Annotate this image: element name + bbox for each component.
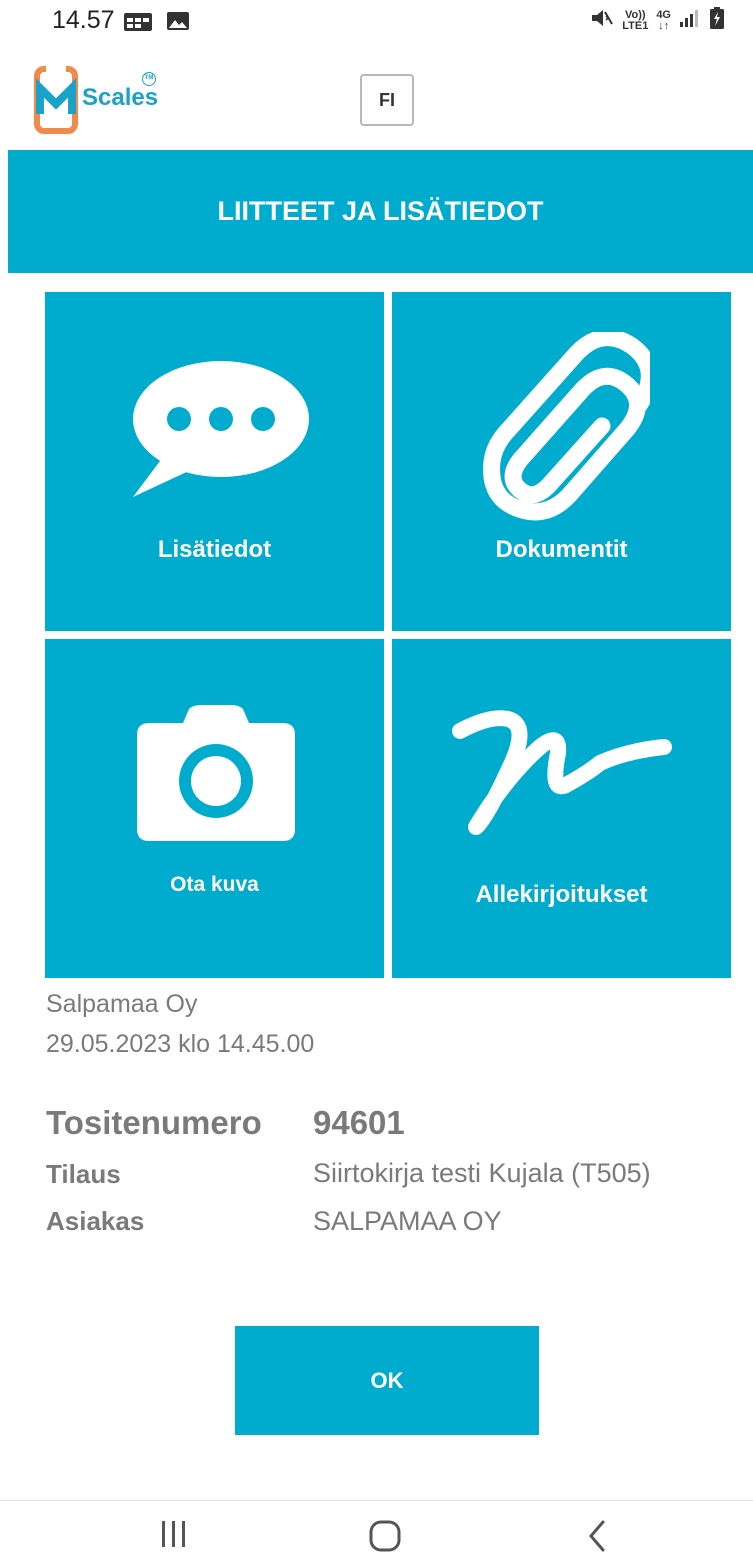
battery-icon [709,6,725,35]
mute-icon [590,7,614,34]
status-bar: 14.57 Vo)) LTE1 4G ↓↑ [0,0,753,44]
tile-lisatiedot[interactable]: Lisätiedot [45,292,384,631]
page-title-bar: LIITTEET JA LISÄTIEDOT [8,150,753,273]
android-nav-bar [0,1500,753,1557]
calendar-notification-icon [123,10,153,37]
volte-label: Vo)) [624,8,646,21]
recent-apps-icon[interactable] [160,1519,188,1554]
logo-trademark: TM [142,72,156,86]
customer-label: Asiakas [46,1206,145,1236]
camera-icon [137,705,295,841]
lte-label: LTE1 [622,19,649,32]
paperclip-icon [483,332,650,521]
receipt-datetime: 29.05.2023 klo 14.45.00 [46,1030,315,1058]
status-indicators: Vo)) LTE1 4G ↓↑ [590,6,725,35]
signature-icon [452,710,672,835]
status-time: 14.57 [52,6,115,34]
tile-allekirjoitukset[interactable]: Allekirjoitukset [392,639,731,978]
tile-label-allekirjoitukset: Allekirjoitukset [475,881,648,908]
page-title: LIITTEET JA LISÄTIEDOT [217,196,544,226]
signal-icon [679,8,701,33]
language-button[interactable]: FI [360,74,414,126]
speech-bubble-icon [133,361,309,497]
network-type: 4G ↓↑ [656,8,671,32]
tile-ota-kuva[interactable]: Ota kuva [45,639,384,978]
mscales-logo: Scales TM [34,66,174,134]
company-name: Salpamaa Oy [46,990,198,1018]
gallery-notification-icon [166,10,190,37]
back-icon[interactable] [586,1519,608,1557]
tile-label-dokumentit: Dokumentit [495,536,628,563]
order-value: Siirtokirja testi Kujala (T505) [313,1158,651,1188]
app-header: Scales TM FI [0,60,753,140]
ok-button[interactable]: OK [235,1326,539,1435]
network-type-label: 4G [656,8,671,21]
tile-label-ota-kuva: Ota kuva [170,873,259,896]
network-indicator: Vo)) LTE1 [622,8,649,32]
tile-label-lisatiedot: Lisätiedot [157,536,272,563]
receipt-number-label: Tositenumero [46,1104,262,1141]
data-arrows-icon: ↓↑ [658,19,670,32]
customer-value: SALPAMAA OY [313,1206,502,1236]
order-label: Tilaus [46,1159,121,1189]
logo-text: Scales [82,84,159,111]
tile-dokumentit[interactable]: Dokumentit [392,292,731,631]
receipt-number-value: 94601 [313,1104,405,1141]
home-icon[interactable] [368,1519,402,1557]
